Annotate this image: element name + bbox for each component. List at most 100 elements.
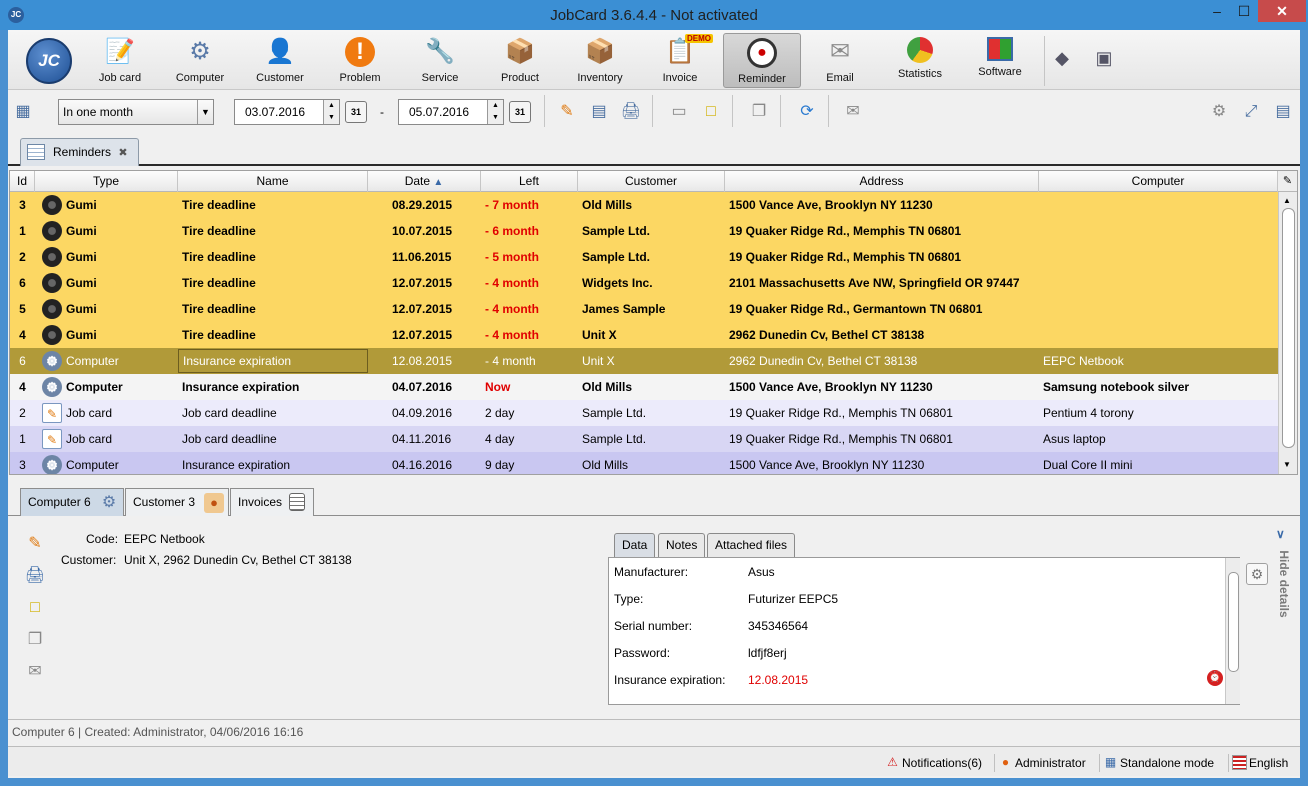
reminders-table: Id Type Name Date ▲ Left Customer Addres… [9, 170, 1298, 475]
product-button[interactable]: 📦 Product [481, 33, 559, 88]
status-bar: ⚠ Notifications(6) ● Administrator ▦ Sta… [8, 746, 1300, 776]
customer-icon: 👤 [265, 38, 295, 65]
table-row[interactable]: ⚙ 4 Computer Insurance expiration 04.07.2016… [10, 374, 1278, 400]
problem-button[interactable]: ! Problem [321, 33, 399, 88]
jobcard-logo[interactable]: JC [26, 38, 72, 84]
data-panel-scrollbar[interactable] [1225, 558, 1240, 704]
date-from-spinner[interactable]: ▲ ▼ [323, 100, 339, 124]
date-from-calendar-button[interactable]: 31 [345, 101, 367, 123]
cell-address: 19 Quaker Ridge Rd., Memphis TN 06801 [729, 432, 953, 446]
table-row[interactable]: 1 Gumi Tire deadline 10.07.2015 - 6 month Sam… [10, 218, 1278, 244]
column-header-type[interactable]: Type [35, 171, 178, 192]
pencil-icon[interactable]: ✎ [24, 533, 46, 555]
table-row[interactable]: ✎ 2 Job card Job card deadline 04.09.2016 2 d… [10, 400, 1278, 426]
toolbar-separator [828, 95, 829, 127]
mode-status[interactable]: ▦ Standalone mode [1099, 754, 1214, 772]
date-to-spinner[interactable]: ▲ ▼ [487, 100, 503, 124]
jobcard-icon: 📝 [105, 38, 135, 65]
copy-icon[interactable]: ❐ [24, 629, 46, 651]
windows-layout-icon[interactable]: ▣ [1092, 46, 1116, 70]
table-row[interactable]: 4 Gumi Tire deadline 12.07.2015 - 4 month Uni… [10, 322, 1278, 348]
tab-reminders[interactable]: Reminders ✖ [20, 138, 139, 166]
email-button[interactable]: ✉ Email [801, 33, 879, 88]
cell-address: 19 Quaker Ridge Rd., Memphis TN 06801 [729, 224, 962, 238]
table-row[interactable]: ⚙ 3 Computer Insurance expiration 04.16.2016… [10, 452, 1278, 474]
close-window-button[interactable]: ✕ [1258, 0, 1306, 22]
statistics-button[interactable]: Statistics [881, 33, 959, 88]
toolbar-separator [652, 95, 653, 127]
envelope-icon[interactable]: ✉ [24, 661, 46, 683]
tab-customer-detail[interactable]: Customer 3 ● [125, 488, 229, 516]
scrollbar-thumb[interactable] [1282, 208, 1295, 448]
layout-icon[interactable]: ▤ [1272, 101, 1294, 123]
close-tab-icon[interactable]: ✖ [118, 147, 127, 159]
date-to-input[interactable]: 05.07.2016 ▲ ▼ [398, 99, 504, 125]
software-button[interactable]: Software [961, 33, 1039, 88]
boxes-icon: 📦 [585, 38, 615, 65]
gear-icon: ⚙ [42, 377, 62, 397]
customer-button[interactable]: 👤 Customer [241, 33, 319, 88]
table-scrollbar[interactable]: ▲ ▼ [1278, 192, 1297, 474]
envelope-icon[interactable]: ✉ [842, 101, 864, 123]
inventory-button[interactable]: 📦 Inventory [561, 33, 639, 88]
scroll-up-icon[interactable]: ▲ [1283, 196, 1291, 205]
printer-icon[interactable]: 🖨 [24, 565, 46, 587]
fullscreen-icon[interactable]: ⤢ [1240, 101, 1262, 123]
table-row[interactable]: 5 Gumi Tire deadline 12.07.2015 - 4 month Jam… [10, 296, 1278, 322]
diamond-icon[interactable]: ◆ [1050, 46, 1074, 70]
cell-name: Insurance expiration [182, 458, 291, 472]
cell-date: 12.08.2015 [392, 354, 453, 368]
user-status[interactable]: ● Administrator [994, 754, 1086, 772]
copy-icon[interactable]: ❐ [748, 101, 770, 123]
column-header-computer[interactable]: Computer [1039, 171, 1278, 192]
table-view-icon[interactable]: ▦ [12, 101, 34, 123]
hide-details-toggle[interactable]: ∨ Hide details [1270, 527, 1294, 637]
date-range-separator: - [380, 105, 384, 119]
scroll-down-icon[interactable]: ▼ [1283, 460, 1291, 469]
data-settings-gear-icon[interactable]: ⚙ [1246, 563, 1268, 585]
column-header-left[interactable]: Left [481, 171, 578, 192]
column-header-customer[interactable]: Customer [578, 171, 725, 192]
settings-gear-icon[interactable]: ⚙ [1208, 101, 1230, 123]
notifications-status[interactable]: ⚠ Notifications(6) [882, 754, 982, 772]
subtab-attached-files[interactable]: Attached files [707, 533, 796, 557]
subtab-data[interactable]: Data [614, 533, 656, 557]
column-header-date[interactable]: Date ▲ [368, 171, 481, 192]
subtab-notes[interactable]: Notes [658, 533, 706, 557]
period-select[interactable]: In one month ▼ [58, 99, 214, 125]
cell-type: Computer [66, 354, 119, 368]
column-chooser-icon[interactable]: ✎ [1278, 171, 1297, 192]
pencil-icon[interactable]: ✎ [556, 101, 578, 123]
date-to-calendar-button[interactable]: 31 [509, 101, 531, 123]
new-note-icon[interactable]: □ [700, 101, 722, 123]
invoice-button[interactable]: 📋 DEMO Invoice [641, 33, 719, 88]
date-from-input[interactable]: 03.07.2016 ▲ ▼ [234, 99, 340, 125]
barcode-printer-icon[interactable]: ▤ [588, 101, 610, 123]
scrollbar-thumb[interactable] [1228, 572, 1239, 672]
cell-customer: Old Mills [582, 380, 633, 394]
maximize-button[interactable]: ☐ [1230, 0, 1258, 22]
note-icon[interactable]: ▭ [668, 101, 690, 123]
table-row[interactable]: 3 Gumi Tire deadline 08.29.2015 - 7 month Old… [10, 192, 1278, 218]
tab-computer-detail[interactable]: Computer 6 ⚙ [20, 488, 124, 516]
printer-icon[interactable]: 🖨 [620, 101, 642, 123]
new-note-icon[interactable]: □ [24, 597, 46, 619]
minimize-button[interactable]: – [1203, 0, 1231, 22]
computer-button[interactable]: ⚙ Computer [161, 33, 239, 88]
table-row[interactable]: ⚙ 6 Computer Insurance expiration 12.08.2015… [10, 348, 1278, 374]
column-header-name[interactable]: Name [178, 171, 368, 192]
reminder-button[interactable]: ● Reminder [723, 33, 801, 88]
service-button[interactable]: 🔧 Service [401, 33, 479, 88]
language-status[interactable]: English [1228, 754, 1288, 772]
table-row[interactable]: ✎ 1 Job card Job card deadline 04.11.2016 4 d… [10, 426, 1278, 452]
column-header-id[interactable]: Id [10, 171, 35, 192]
cell-name: Tire deadline [182, 198, 256, 212]
table-row[interactable]: 6 Gumi Tire deadline 12.07.2015 - 4 month Wid… [10, 270, 1278, 296]
column-header-address[interactable]: Address [725, 171, 1039, 192]
tab-invoices-detail[interactable]: Invoices [230, 488, 314, 516]
cell-address: 2962 Dunedin Cv, Bethel CT 38138 [729, 354, 918, 368]
cell-name: Tire deadline [182, 302, 256, 316]
jobcard-button[interactable]: 📝 Job card [81, 33, 159, 88]
table-row[interactable]: 2 Gumi Tire deadline 11.06.2015 - 5 month Sam… [10, 244, 1278, 270]
refresh-icon[interactable]: ⟳ [796, 101, 818, 123]
